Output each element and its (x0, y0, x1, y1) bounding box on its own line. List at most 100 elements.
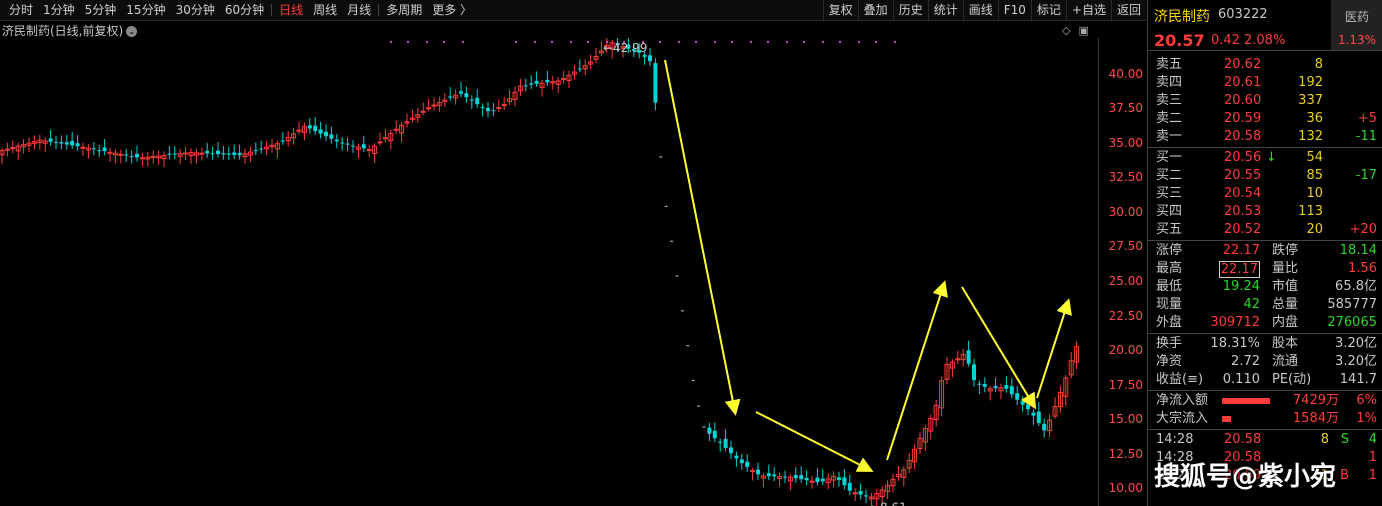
toolbar-button-4[interactable]: 画线 (962, 0, 998, 20)
divider (1148, 147, 1382, 148)
diamond-icon[interactable]: ◇ (1062, 24, 1070, 37)
candle-body (210, 153, 215, 155)
candle-body (1009, 386, 1014, 395)
period-tab-8[interactable]: 月线 (342, 0, 376, 20)
chart-title[interactable]: 济民制药(日线,前复权) ⌄ (2, 22, 138, 39)
bid-row: 买五 20.52 20 +20 (1148, 221, 1382, 239)
candle-body (561, 78, 567, 81)
flow-pct: 6% (1356, 393, 1377, 408)
bid-label: 买五 (1156, 222, 1183, 237)
y-tick-label: 35.00 (1108, 135, 1143, 150)
flow-amount: 1584万 (1292, 411, 1339, 426)
stat-row: 现量 42 总量 585777 (1148, 296, 1382, 314)
toolbar-button-1[interactable]: 叠加 (857, 0, 893, 20)
toolbar-button-7[interactable]: +自选 (1065, 0, 1111, 20)
window-icon[interactable]: ▣ (1078, 24, 1088, 37)
toolbar-button-5[interactable]: F10 (997, 0, 1031, 20)
candle-body (756, 469, 760, 475)
flow-amount: 7429万 (1292, 393, 1339, 408)
candle-body (745, 461, 750, 467)
ask-price: 20.59 (1224, 111, 1262, 126)
candle-body (659, 156, 663, 158)
toolbar-buttons: 复权 叠加 历史 统计 画线 F10 标记 +自选 返回 (822, 0, 1146, 20)
candle-body (642, 54, 647, 57)
event-marker (678, 41, 680, 43)
toolbar-button-3[interactable]: 统计 (927, 0, 963, 20)
y-tick-label: 17.50 (1108, 377, 1143, 392)
period-tab-0[interactable]: 分时 (4, 0, 38, 20)
candle-body (680, 310, 684, 312)
candle-body (718, 441, 723, 443)
period-tab-3[interactable]: 15分钟 (121, 0, 170, 20)
divider (1148, 240, 1382, 241)
period-tab-4[interactable]: 30分钟 (171, 0, 220, 20)
stat-value: 2.72 (1231, 354, 1260, 369)
ask-price: 20.61 (1224, 75, 1262, 90)
stat-value: 18.14 (1339, 243, 1377, 258)
event-marker (443, 41, 445, 43)
bid-delta: +20 (1349, 222, 1377, 237)
event-marker (515, 41, 517, 43)
tick-count: 1 (1368, 468, 1377, 483)
bid-label: 买二 (1156, 168, 1183, 183)
period-tab-9[interactable]: 多周期 (381, 0, 427, 20)
candle-body (799, 475, 804, 480)
flow-bar (1222, 416, 1231, 422)
kline-chart[interactable]: ←42.99 ←8.61 (0, 38, 1098, 506)
toolbar-button-0[interactable]: 复权 (822, 0, 858, 20)
stat-value: 0.110 (1222, 372, 1260, 387)
ask-volume: 192 (1298, 75, 1323, 90)
candle-body (48, 138, 53, 142)
period-tab-2[interactable]: 5分钟 (80, 0, 122, 20)
candle-body (972, 364, 976, 381)
period-tab-5[interactable]: 60分钟 (220, 0, 269, 20)
tick-price: 20.58 (1224, 432, 1262, 447)
candle-body (783, 476, 787, 478)
stat-label: 量比 (1272, 261, 1299, 276)
stat-label: 总量 (1272, 297, 1299, 312)
candle-body (10, 147, 16, 150)
tick-time: 14:28 (1156, 432, 1194, 447)
period-tab-6[interactable]: 日线 (274, 0, 308, 20)
y-tick-label: 40.00 (1108, 66, 1143, 81)
period-tab-1[interactable]: 1分钟 (38, 0, 80, 20)
ask-delta: +5 (1357, 111, 1377, 126)
candle-body (199, 152, 205, 155)
bid-volume: 113 (1298, 204, 1323, 219)
candle-body (842, 477, 847, 486)
bid-volume: 20 (1306, 222, 1323, 237)
event-marker (894, 41, 896, 43)
candle-body (448, 96, 453, 98)
stat-row: 涨停 22.17 跌停 18.14 (1148, 242, 1382, 260)
candle-body (469, 99, 474, 101)
flow-row: 净流入额 7429万 6% (1148, 392, 1382, 410)
sector-box[interactable]: 医药 1.13% (1331, 0, 1382, 50)
candle-body (97, 150, 102, 152)
ask-label: 卖二 (1156, 111, 1183, 126)
event-marker (714, 41, 716, 43)
toolbar-button-6[interactable]: 标记 (1030, 0, 1066, 20)
candle-body (361, 144, 366, 149)
chevron-down-icon[interactable]: ⌄ (126, 26, 138, 37)
tick-side: B (1340, 468, 1349, 483)
period-tab-7[interactable]: 周线 (308, 0, 342, 20)
stat-value: 19.24 (1222, 279, 1260, 294)
period-tab-10[interactable]: 更多 〉 (427, 0, 477, 20)
flow-bar (1222, 398, 1270, 404)
bid-price: 20.55 (1224, 168, 1262, 183)
stat-row: 换手 18.31% 股本 3.20亿 (1148, 335, 1382, 353)
candle-body (307, 125, 312, 129)
candle-body (864, 495, 868, 497)
toolbar-button-8[interactable]: 返回 (1110, 0, 1146, 20)
y-tick-label: 27.50 (1108, 239, 1143, 254)
stat-label: 收益(≡) (1156, 372, 1204, 387)
toolbar-button-2[interactable]: 历史 (892, 0, 928, 20)
candle-body (205, 150, 210, 154)
candle-body (1004, 384, 1009, 389)
event-marker (750, 41, 752, 43)
candle-body (648, 55, 652, 62)
candle-body (793, 475, 798, 479)
candle-body (480, 107, 485, 109)
quote-header: 济民制药 603222 医药 1.13% 20.57 0.42 2.08% (1148, 0, 1382, 51)
stat-value: 3.20亿 (1335, 354, 1377, 369)
